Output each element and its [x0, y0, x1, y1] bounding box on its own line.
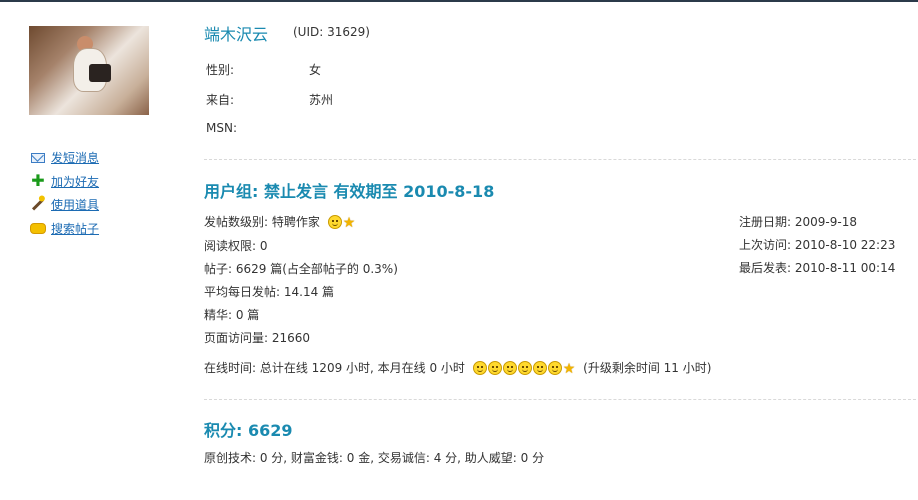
smiley-icon — [327, 215, 342, 229]
user-group-title: 用户组: 禁止发言 有效期至 2010-8-18 — [204, 182, 495, 201]
plus-icon: ✚ — [31, 171, 45, 191]
last-post: 最后发表: 2010-8-11 00:14 — [739, 261, 896, 275]
points-title: 积分: 6629 — [204, 421, 293, 440]
envelope-icon — [29, 151, 47, 165]
online-level-badges: ★ — [472, 361, 576, 377]
star-icon: ★ — [562, 361, 576, 377]
page-views: 页面访问量: 21660 — [204, 331, 311, 345]
user-id: (UID: 31629) — [293, 25, 370, 39]
chat-bubble-icon — [29, 221, 47, 235]
avatar — [29, 26, 149, 115]
add-friend-action[interactable]: ✚ 加为好友 — [29, 170, 99, 194]
profile-actions: 发短消息 ✚ 加为好友 使用道具 搜索帖子 — [29, 146, 99, 240]
online-time-text: 在线时间: 总计在线 1209 小时, 本月在线 0 小时 — [204, 361, 465, 375]
smiley-icon — [487, 361, 502, 375]
gender-label: 性别: — [206, 63, 235, 77]
location-value: 苏州 — [309, 93, 334, 107]
digest-count: 精华: 0 篇 — [204, 308, 260, 322]
online-time: 在线时间: 总计在线 1209 小时, 本月在线 0 小时 ★ (升级剩余时间 … — [204, 359, 711, 376]
send-message-action[interactable]: 发短消息 — [29, 146, 99, 170]
magic-wand-icon — [29, 198, 47, 212]
use-item-link[interactable]: 使用道具 — [51, 196, 99, 213]
daily-posts: 平均每日发帖: 14.14 篇 — [204, 285, 335, 299]
read-permission: 阅读权限: 0 — [204, 239, 268, 253]
msn-label: MSN: — [206, 121, 237, 135]
use-item-action[interactable]: 使用道具 — [29, 193, 99, 217]
smiley-icon — [547, 361, 562, 375]
section-divider — [204, 159, 916, 160]
section-divider — [204, 399, 916, 400]
smiley-icon — [517, 361, 532, 375]
smiley-icon — [472, 361, 487, 375]
post-count: 帖子: 6629 篇(占全部帖子的 0.3%) — [204, 262, 398, 276]
search-posts-link[interactable]: 搜索帖子 — [51, 220, 99, 237]
add-friend-link[interactable]: 加为好友 — [51, 173, 99, 190]
star-icon: ★ — [342, 215, 356, 231]
top-border — [0, 0, 918, 2]
gender-value: 女 — [309, 63, 322, 77]
post-level: 发帖数级别: 特聘作家 ★ — [204, 213, 355, 230]
location-label: 来自: — [206, 93, 235, 107]
smiley-icon — [532, 361, 547, 375]
search-posts-action[interactable]: 搜索帖子 — [29, 217, 99, 241]
points-detail: 原创技术: 0 分, 财富金钱: 0 金, 交易诚信: 4 分, 助人威望: 0… — [204, 451, 545, 465]
last-visit: 上次访问: 2010-8-10 22:23 — [739, 238, 896, 252]
send-message-link[interactable]: 发短消息 — [51, 149, 99, 166]
avatar-photo-detail — [89, 64, 111, 82]
smiley-icon — [502, 361, 517, 375]
upgrade-remaining: (升级剩余时间 11 小时) — [583, 361, 712, 375]
username: 端木沢云 — [204, 25, 269, 44]
register-date: 注册日期: 2009-9-18 — [739, 215, 857, 229]
post-level-text: 发帖数级别: 特聘作家 — [204, 215, 320, 229]
